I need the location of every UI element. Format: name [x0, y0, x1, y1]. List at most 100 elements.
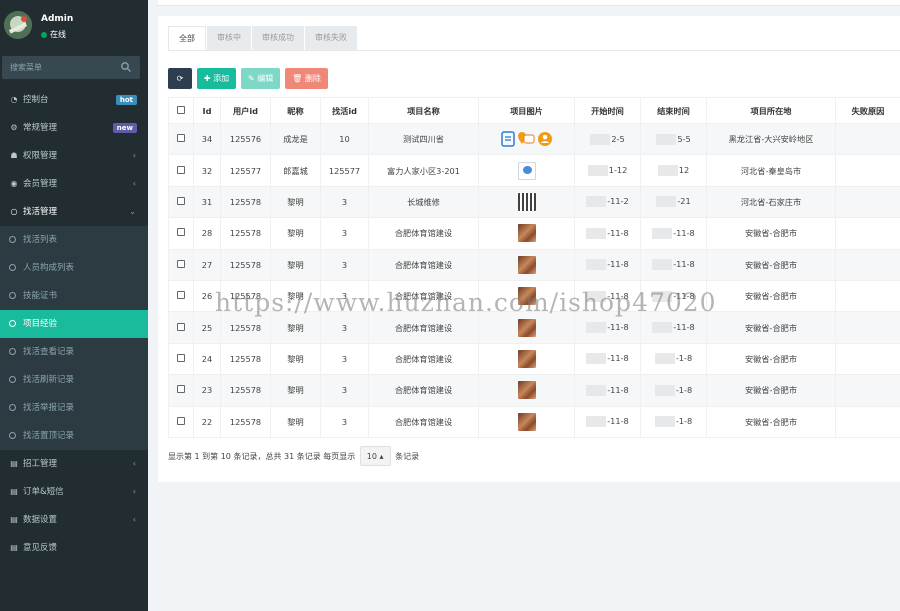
cell-job-id: 3 — [320, 248, 369, 281]
sidebar-item-dashboard[interactable]: ◔ 控制台 hot — [0, 86, 148, 114]
sidebar-subitem-certificates[interactable]: 技能证书 — [0, 282, 148, 310]
project-image-thumbnail[interactable] — [517, 318, 536, 337]
sidebar-item-data-settings[interactable]: ▤ 数据设置 ‹ — [0, 506, 148, 534]
sidebar-subitem-label: 技能证书 — [23, 291, 58, 301]
sidebar-subitem-top-records[interactable]: 找活置顶记录 — [0, 422, 148, 450]
sidebar-search-input[interactable]: 搜索菜单 — [2, 56, 140, 79]
row-checkbox[interactable] — [177, 416, 185, 425]
column-header[interactable]: 项目图片 — [478, 97, 575, 124]
cell-nickname: 黎明 — [270, 342, 321, 376]
row-checkbox[interactable] — [177, 165, 185, 174]
sidebar-item-feedback[interactable]: ▤ 意见反馈 — [0, 534, 148, 562]
row-checkbox[interactable] — [177, 196, 185, 205]
add-button[interactable]: ✚ 添加 — [196, 68, 237, 89]
cell-start-time: -11-8 — [574, 405, 641, 438]
cell-end-time: -21 — [640, 185, 707, 219]
sidebar-subitem-report-records[interactable]: 找活举报记录 — [0, 394, 148, 422]
cogs-icon: ⚙ — [10, 123, 18, 132]
cell-id: 34 — [193, 122, 221, 156]
table-row[interactable]: 28 125578 黎明 3 合肥体育馆建设 -11-8 -11-8 安徽省-合肥市 — [168, 217, 900, 250]
edit-button[interactable]: ✎ 编辑 — [241, 68, 281, 89]
hot-badge: hot — [115, 95, 137, 105]
cell-location: 安徽省-合肥市 — [706, 374, 836, 407]
sidebar-item-permissions[interactable]: ☗ 权限管理 ‹ — [0, 142, 148, 170]
column-header[interactable]: 开始时间 — [574, 97, 641, 124]
table-row[interactable]: 26 125578 黎明 3 合肥体育馆建设 -11-8 -11-8 安徽省-合肥市 — [168, 279, 900, 313]
select-all-checkbox[interactable] — [177, 105, 185, 114]
sidebar-item-orders-sms[interactable]: ▤ 订单&短信 ‹ — [0, 478, 148, 506]
circle-icon — [9, 348, 16, 355]
redacted-block — [656, 196, 677, 208]
sidebar-subitem-job-list[interactable]: 找活列表 — [0, 226, 148, 254]
row-checkbox-cell — [168, 311, 194, 344]
sidebar-subitem-staff-list[interactable]: 人员构成列表 — [0, 254, 148, 282]
cell-location: 黑龙江省-大兴安岭地区 — [706, 122, 836, 156]
cell-nickname: 黎明 — [270, 311, 321, 344]
row-checkbox[interactable] — [177, 134, 185, 143]
column-header[interactable]: 昵称 — [270, 97, 321, 124]
row-checkbox[interactable] — [177, 291, 185, 300]
avatar[interactable] — [4, 11, 32, 39]
column-header[interactable]: 失败原因 — [835, 97, 900, 124]
table-row[interactable]: 25 125578 黎明 3 合肥体育馆建设 -11-8 -11-8 安徽省-合肥市 — [168, 311, 900, 344]
column-header[interactable]: Id — [193, 97, 221, 124]
table-row[interactable]: 24 125578 黎明 3 合肥体育馆建设 -11-8 -1-8 安徽省-合肥市 — [168, 342, 900, 376]
row-checkbox[interactable] — [177, 353, 185, 362]
page-size-select[interactable]: 10 ▴ — [359, 446, 391, 466]
column-header[interactable]: 找活id — [320, 97, 369, 124]
project-image-thumbnail[interactable] — [517, 192, 536, 211]
table-row[interactable]: 34 125576 成龙是 10 测试四川省 2-5 5-5 黑龙江省-大兴安岭地区 — [168, 122, 900, 156]
project-image-thumbnail[interactable] — [517, 412, 536, 431]
sidebar-item-label: 订单&短信 — [23, 487, 64, 497]
table-row[interactable]: 22 125578 黎明 3 合肥体育馆建设 -11-8 -1-8 安徽省-合肥市 — [168, 405, 900, 438]
sidebar-item-general[interactable]: ⚙ 常规管理 new — [0, 114, 148, 142]
select-all-checkbox-cell — [168, 97, 194, 124]
project-image-thumbnail[interactable] — [517, 381, 536, 400]
trash-icon: 🗑 — [292, 74, 303, 83]
cell-fail-reason — [835, 154, 900, 187]
cell-nickname: 黎明 — [270, 185, 321, 219]
row-checkbox[interactable] — [177, 322, 185, 331]
project-image-thumbnail[interactable] — [517, 287, 536, 306]
row-checkbox[interactable] — [177, 228, 185, 237]
column-header[interactable]: 项目名称 — [368, 97, 479, 124]
cell-job-id: 10 — [320, 122, 369, 156]
search-icon[interactable] — [120, 61, 132, 73]
project-image-thumbnail[interactable] — [517, 224, 536, 243]
sidebar-item-recruitment[interactable]: ▤ 招工管理 ‹ — [0, 450, 148, 478]
column-header[interactable]: 结束时间 — [640, 97, 707, 124]
delete-button[interactable]: 🗑 删除 — [285, 68, 328, 89]
row-checkbox[interactable] — [177, 385, 185, 394]
column-header[interactable]: 用户id — [220, 97, 271, 124]
tab-all[interactable]: 全部 — [168, 26, 206, 50]
add-button-label: 添加 — [213, 74, 230, 83]
cell-end-time: -1-8 — [640, 405, 707, 438]
tab-rejected[interactable]: 审核失败 — [305, 26, 357, 50]
table-row[interactable]: 32 125577 郎嘉城 125577 富力人家小区3-201 1-12 12 河北省-秦皇… — [168, 154, 900, 187]
column-header[interactable]: 项目所在地 — [706, 97, 836, 124]
cell-id: 27 — [193, 248, 221, 281]
sidebar-item-job-seeking[interactable]: ○ 找活管理 ⌄ — [0, 198, 148, 226]
table-row[interactable]: 23 125578 黎明 3 合肥体育馆建设 -11-8 -1-8 安徽省-合肥市 — [168, 374, 900, 407]
sidebar-subitem-refresh-records[interactable]: 找活刷新记录 — [0, 366, 148, 394]
user-status: 在线 — [41, 29, 66, 40]
project-image-thumbnail[interactable] — [517, 349, 536, 368]
chevron-left-icon: ‹ — [132, 179, 136, 188]
sidebar-subitem-view-records[interactable]: 找活查看记录 — [0, 338, 148, 366]
tab-pending[interactable]: 审核中 — [207, 26, 251, 50]
project-image-thumbnail[interactable] — [517, 255, 536, 274]
row-checkbox[interactable] — [177, 259, 185, 268]
table-row[interactable]: 31 125578 黎明 3 长城维修 -11-2 -21 河北省-石家庄市 — [168, 185, 900, 219]
circle-icon — [9, 264, 16, 271]
table-row[interactable]: 27 125578 黎明 3 合肥体育馆建设 -11-8 -11-8 安徽省-合肥市 — [168, 248, 900, 281]
redacted-block — [657, 165, 678, 177]
project-image-thumbnail[interactable] — [517, 161, 536, 180]
refresh-button[interactable]: ⟳ — [168, 68, 192, 89]
cell-start-time: -11-8 — [574, 217, 641, 250]
circle-icon — [9, 376, 16, 383]
sidebar-subitem-project-experience[interactable]: 项目经验 — [0, 310, 148, 338]
chevron-down-icon: ⌄ — [129, 207, 136, 216]
cell-project-image — [478, 185, 575, 219]
sidebar-item-members[interactable]: ◉ 会员管理 ‹ — [0, 170, 148, 198]
tab-approved[interactable]: 审核成功 — [252, 26, 304, 50]
